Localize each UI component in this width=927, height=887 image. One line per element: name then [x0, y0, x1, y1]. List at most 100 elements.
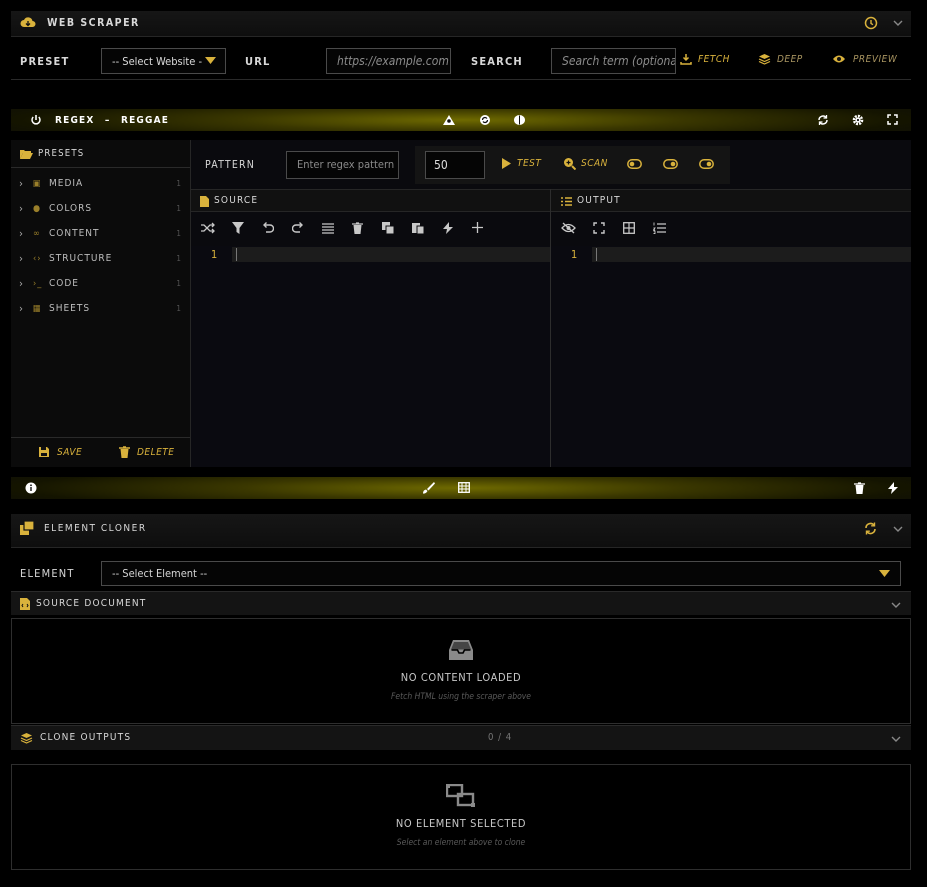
source-header: SOURCE — [191, 189, 550, 212]
plus-icon[interactable] — [472, 222, 483, 233]
preset-item-code[interactable]: › ›_ CODE 1 — [11, 271, 190, 296]
regex-title: REGEX – REGGAE — [55, 115, 169, 126]
trash-icon[interactable] — [854, 482, 865, 494]
preset-item-sheets[interactable]: › ▦ SHEETS 1 — [11, 296, 190, 321]
bolt-icon[interactable] — [443, 222, 453, 234]
delete-preset-button[interactable]: DELETE — [119, 446, 179, 462]
source-doc-header[interactable]: SOURCE DOCUMENT — [11, 591, 911, 615]
ordered-list-icon[interactable] — [653, 222, 666, 234]
download-icon — [680, 53, 692, 65]
url-label: URL — [245, 55, 271, 68]
copy-icon[interactable] — [382, 222, 394, 234]
preset-item-label: STRUCTURE — [49, 253, 113, 264]
search-plus-icon — [563, 157, 576, 170]
url-input[interactable]: https://example.com — [326, 48, 451, 74]
toggle-icon-2[interactable] — [663, 159, 678, 169]
source-editor[interactable] — [191, 246, 550, 467]
source-line-number: 1 — [211, 248, 218, 261]
paste-icon[interactable] — [412, 222, 424, 234]
folder-open-icon — [20, 149, 33, 159]
save-preset-button[interactable]: SAVE — [38, 446, 88, 462]
table-icon: ▦ — [33, 303, 42, 314]
preset-item-colors[interactable]: › ● COLORS 1 — [11, 196, 190, 221]
floppy-icon — [38, 446, 50, 458]
trash-icon — [119, 446, 130, 458]
refresh-icon[interactable] — [817, 114, 829, 126]
shuffle-icon[interactable] — [201, 222, 215, 234]
palette-icon: ● — [33, 203, 42, 214]
chevron-right-icon: › — [19, 227, 24, 240]
search-input[interactable]: Search term (optional) — [551, 48, 676, 74]
cloud-download-icon — [20, 16, 36, 30]
regex-title-main: REGEX — [55, 115, 95, 126]
file-code-icon — [20, 598, 30, 610]
grid-icon[interactable] — [623, 222, 635, 234]
trash-icon[interactable] — [352, 222, 363, 234]
output-cursor — [596, 248, 597, 261]
fetch-button[interactable]: FETCH — [680, 52, 730, 70]
regex-title-dash: – — [104, 115, 111, 126]
search-label: SEARCH — [471, 55, 523, 68]
preset-item-count: 1 — [176, 254, 182, 263]
toggle-icon-3[interactable] — [699, 159, 714, 169]
chevron-down-icon — [891, 601, 901, 609]
inbox-icon — [449, 639, 473, 661]
caret-down-icon — [879, 570, 890, 577]
redo-icon[interactable] — [292, 222, 304, 234]
deep-label: DEEP — [777, 54, 803, 65]
terminal-icon: ›_ — [33, 278, 43, 289]
save-label: SAVE — [57, 447, 83, 458]
filter-icon[interactable] — [232, 222, 244, 234]
history-icon[interactable] — [864, 16, 878, 30]
rocket-icon[interactable] — [442, 114, 456, 126]
code-icon: ‹› — [33, 253, 42, 264]
no-element-subtitle: Select an element above to clone — [396, 838, 526, 848]
limit-input[interactable]: 50 — [425, 151, 485, 179]
deep-button[interactable]: DEEP — [758, 52, 808, 70]
element-select[interactable]: -- Select Element -- — [101, 561, 901, 586]
preset-item-structure[interactable]: › ‹› STRUCTURE 1 — [11, 246, 190, 271]
chevron-down-icon — [891, 735, 901, 743]
undo-icon[interactable] — [262, 222, 274, 234]
source-doc-title: SOURCE DOCUMENT — [36, 598, 147, 609]
preset-select[interactable]: -- Select Website -- — [101, 48, 226, 74]
info-circle-icon[interactable] — [25, 482, 37, 494]
output-editor[interactable] — [551, 246, 911, 467]
output-line-number: 1 — [571, 248, 578, 261]
pattern-input[interactable]: Enter regex pattern — [286, 151, 399, 179]
file-icon — [200, 196, 209, 207]
output-header: OUTPUT — [551, 189, 911, 212]
toggle-icon-1[interactable] — [627, 159, 642, 169]
eye-slash-icon[interactable] — [561, 222, 576, 234]
scan-button[interactable]: SCAN — [563, 157, 608, 173]
list-icon — [561, 197, 572, 206]
preset-item-media[interactable]: › ▣ MEDIA 1 — [11, 171, 190, 196]
chevron-down-icon[interactable] — [893, 525, 903, 533]
layers-icon — [758, 53, 771, 65]
presets-header: PRESETS — [11, 140, 190, 168]
source-current-line — [232, 247, 550, 262]
chevron-down-icon[interactable] — [893, 19, 903, 27]
sync-icon[interactable] — [864, 522, 877, 535]
gear-icon[interactable] — [852, 114, 864, 126]
delete-label: DELETE — [137, 447, 175, 458]
preset-item-count: 1 — [176, 179, 182, 188]
bolt-icon[interactable] — [888, 482, 898, 494]
expand-icon[interactable] — [887, 114, 898, 125]
layers-icon — [20, 732, 33, 744]
brain-icon[interactable] — [513, 114, 526, 126]
power-icon[interactable] — [30, 114, 42, 126]
brush-icon[interactable] — [422, 482, 435, 494]
chevron-right-icon: › — [19, 202, 24, 215]
sync-circle-icon[interactable] — [479, 114, 491, 126]
presets-footer-divider — [11, 437, 190, 438]
test-button[interactable]: TEST — [502, 157, 542, 173]
align-justify-icon[interactable] — [322, 223, 334, 234]
clone-outputs-title: CLONE OUTPUTS — [40, 732, 132, 743]
preset-item-content[interactable]: › ∞ CONTENT 1 — [11, 221, 190, 246]
table-icon[interactable] — [458, 482, 470, 493]
preset-item-count: 1 — [176, 304, 182, 313]
preview-button[interactable]: PREVIEW — [832, 52, 897, 70]
fullscreen-icon[interactable] — [593, 222, 605, 234]
clone-outputs-header[interactable]: CLONE OUTPUTS 0 / 4 — [11, 725, 911, 750]
